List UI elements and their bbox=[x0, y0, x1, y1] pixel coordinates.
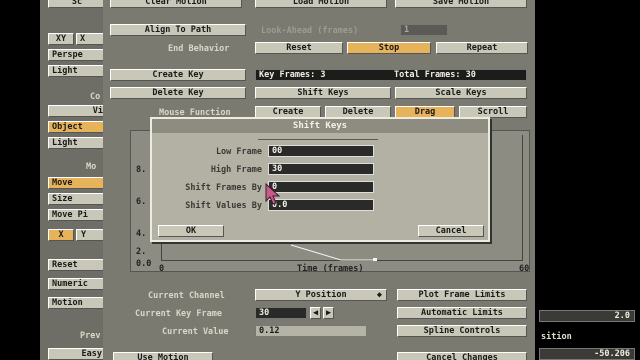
section-label-control: Co bbox=[90, 92, 101, 102]
numeric-button[interactable]: Numeric bbox=[48, 278, 106, 290]
x-tick-label: 0 bbox=[159, 264, 165, 274]
end-behavior-label: End Behavior bbox=[168, 44, 230, 54]
high-frame-field[interactable]: 30 bbox=[268, 163, 374, 175]
position-label: sition bbox=[541, 332, 572, 342]
automatic-limits-button[interactable]: Automatic Limits bbox=[397, 307, 527, 319]
end-behavior-repeat[interactable]: Repeat bbox=[436, 42, 528, 54]
light-button[interactable]: Light bbox=[48, 137, 106, 149]
look-ahead-label: Look-Ahead (frames) bbox=[261, 26, 359, 36]
dropdown-arrow-icon: ◆ bbox=[376, 290, 382, 300]
align-to-path-button[interactable]: Align To Path bbox=[110, 24, 246, 36]
use-motion-button[interactable]: Use Motion bbox=[113, 352, 213, 360]
dialog-title: Shift Keys bbox=[152, 119, 488, 133]
x-axis-label: Time (frames) bbox=[297, 264, 364, 274]
current-key-frame-label: Current Key Frame bbox=[135, 309, 222, 319]
shift-keys-dialog: Shift Keys Low Frame 00 High Frame 30 Sh… bbox=[150, 117, 490, 242]
y-tick-label: 0.0 bbox=[136, 259, 152, 269]
key-frames-count: Key Frames: 3 bbox=[259, 70, 326, 80]
light-view-button[interactable]: Light bbox=[48, 65, 106, 77]
axis-y-toggle[interactable]: Y bbox=[76, 229, 106, 241]
current-value-label: Current Value bbox=[162, 327, 229, 337]
object-button[interactable]: Object bbox=[48, 121, 106, 133]
y-tick-label: 8. bbox=[136, 165, 147, 175]
plot-frame-limits-button[interactable]: Plot Frame Limits bbox=[397, 289, 527, 301]
view-partial-button[interactable]: Vi bbox=[48, 105, 106, 117]
shift-frames-field[interactable]: 0 bbox=[268, 181, 374, 193]
current-channel-label: Current Channel bbox=[148, 291, 225, 301]
look-ahead-field[interactable]: 1 bbox=[400, 24, 448, 36]
right-value-top: 2.0 bbox=[539, 310, 635, 322]
easy-button[interactable]: Easy bbox=[48, 348, 106, 360]
left-panel: Sc XY X Perspe Light Co Vi Object Light … bbox=[40, 0, 110, 360]
move-button[interactable]: Move bbox=[48, 177, 106, 189]
prev-key-arrow-icon[interactable]: ◀ bbox=[310, 307, 321, 319]
y-tick-label: 2. bbox=[136, 247, 147, 257]
left-top-partial-button[interactable]: Sc bbox=[48, 0, 106, 8]
next-key-arrow-icon[interactable]: ▶ bbox=[323, 307, 334, 319]
scale-keys-button[interactable]: Scale Keys bbox=[395, 87, 527, 99]
delete-key-button[interactable]: Delete Key bbox=[110, 87, 246, 99]
high-frame-label: High Frame bbox=[210, 165, 262, 175]
save-motion-button[interactable]: Save Motion bbox=[395, 0, 527, 8]
current-channel-value: Y Position bbox=[295, 290, 347, 300]
create-key-button[interactable]: Create Key bbox=[110, 69, 246, 81]
shift-values-label: Shift Values By bbox=[185, 201, 262, 211]
motion-button[interactable]: Motion bbox=[48, 297, 106, 309]
axis-xy-button[interactable]: XY bbox=[48, 33, 74, 45]
divider bbox=[258, 139, 378, 140]
low-frame-field[interactable]: 00 bbox=[268, 145, 374, 157]
section-label-mouse: Mo bbox=[86, 162, 97, 172]
total-frames-count: Total Frames: 30 bbox=[394, 70, 476, 80]
key-frames-readout: Key Frames: 3 Total Frames: 30 bbox=[255, 69, 527, 81]
prev-label: Prev bbox=[80, 331, 101, 341]
end-behavior-stop[interactable]: Stop bbox=[347, 42, 431, 54]
cancel-changes-button[interactable]: Cancel Changes bbox=[397, 352, 527, 360]
axis-x-toggle[interactable]: X bbox=[48, 229, 74, 241]
mouse-pointer-icon bbox=[265, 183, 281, 205]
clear-motion-button[interactable]: Clear Motion bbox=[110, 0, 242, 8]
spline-controls-button[interactable]: Spline Controls bbox=[397, 325, 527, 337]
axis-x-button[interactable]: X bbox=[76, 33, 106, 45]
low-frame-label: Low Frame bbox=[215, 147, 262, 157]
x-tick-label: 60 bbox=[519, 264, 530, 274]
cancel-button[interactable]: Cancel bbox=[418, 225, 484, 237]
end-behavior-reset[interactable]: Reset bbox=[255, 42, 343, 54]
shift-values-field[interactable]: 0.0 bbox=[268, 199, 374, 211]
current-channel-dropdown[interactable]: Y Position ◆ bbox=[255, 289, 387, 301]
shift-frames-label: Shift Frames By bbox=[185, 183, 262, 193]
key-point-marker bbox=[373, 258, 377, 261]
reset-button[interactable]: Reset bbox=[48, 259, 106, 271]
size-button[interactable]: Size bbox=[48, 193, 106, 205]
ok-button[interactable]: OK bbox=[158, 225, 224, 237]
current-key-frame-field[interactable]: 30 bbox=[255, 307, 307, 319]
shift-keys-button[interactable]: Shift Keys bbox=[255, 87, 391, 99]
load-motion-button[interactable]: Load Motion bbox=[255, 0, 387, 8]
move-pivot-button[interactable]: Move Pi bbox=[48, 209, 106, 221]
y-tick-label: 4. bbox=[136, 229, 147, 239]
right-value-bottom: -50.206 bbox=[539, 348, 635, 360]
current-value-field[interactable]: 0.12 bbox=[255, 325, 367, 337]
right-status-strip: 2.0 sition -50.206 bbox=[535, 0, 640, 360]
perspective-button[interactable]: Perspe bbox=[48, 49, 106, 61]
y-tick-label: 6. bbox=[136, 197, 147, 207]
